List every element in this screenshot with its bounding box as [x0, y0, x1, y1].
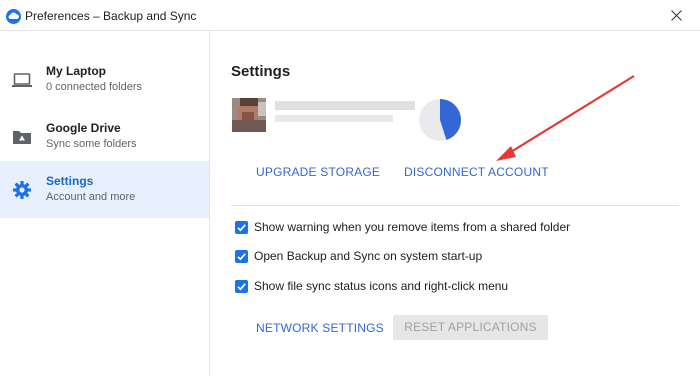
backup-sync-cloud-icon	[6, 9, 21, 24]
settings-panel: Settings UPGRADE STORAGE DISCONNECT ACCO…	[211, 31, 700, 376]
option-label: Open Backup and Sync on system start-up	[254, 249, 483, 263]
disconnect-account-button[interactable]: DISCONNECT ACCOUNT	[404, 165, 549, 179]
network-settings-button[interactable]: NETWORK SETTINGS	[256, 321, 384, 335]
window-title: Preferences – Backup and Sync	[25, 9, 197, 23]
sidebar-item-my-laptop[interactable]: My Laptop 0 connected folders	[0, 51, 209, 108]
reset-applications-button: RESET APPLICATIONS	[393, 315, 548, 340]
divider	[231, 205, 679, 206]
storage-usage-chart	[419, 99, 461, 141]
sidebar-item-sublabel: 0 connected folders	[46, 81, 143, 93]
upgrade-storage-button[interactable]: UPGRADE STORAGE	[256, 165, 380, 179]
laptop-icon	[12, 71, 32, 89]
checkbox[interactable]	[235, 221, 248, 234]
drive-folder-icon	[12, 128, 32, 146]
sidebar: My Laptop 0 connected folders Google Dri…	[0, 31, 210, 376]
gear-icon	[12, 181, 32, 199]
close-icon	[671, 10, 682, 21]
sidebar-item-label: Google Drive	[46, 121, 121, 135]
sidebar-item-label: Settings	[46, 174, 94, 188]
check-icon	[237, 253, 246, 261]
sidebar-item-sublabel: Sync some folders	[46, 138, 137, 150]
avatar	[232, 98, 266, 132]
title-bar: Preferences – Backup and Sync	[0, 0, 700, 31]
option-label: Show warning when you remove items from …	[254, 220, 571, 234]
sidebar-item-sublabel: Account and more	[46, 191, 136, 203]
option-label: Show file sync status icons and right-cl…	[254, 279, 509, 293]
page-title: Settings	[231, 63, 291, 80]
check-icon	[237, 283, 246, 291]
sidebar-item-settings[interactable]: Settings Account and more	[0, 161, 209, 218]
close-button[interactable]	[654, 0, 700, 31]
checkbox[interactable]	[235, 280, 248, 293]
sidebar-item-label: My Laptop	[46, 64, 106, 78]
check-icon	[237, 224, 246, 232]
checkbox[interactable]	[235, 250, 248, 263]
account-email-redacted	[275, 115, 393, 122]
account-name-redacted	[275, 101, 415, 110]
sidebar-item-google-drive[interactable]: Google Drive Sync some folders	[0, 108, 209, 165]
